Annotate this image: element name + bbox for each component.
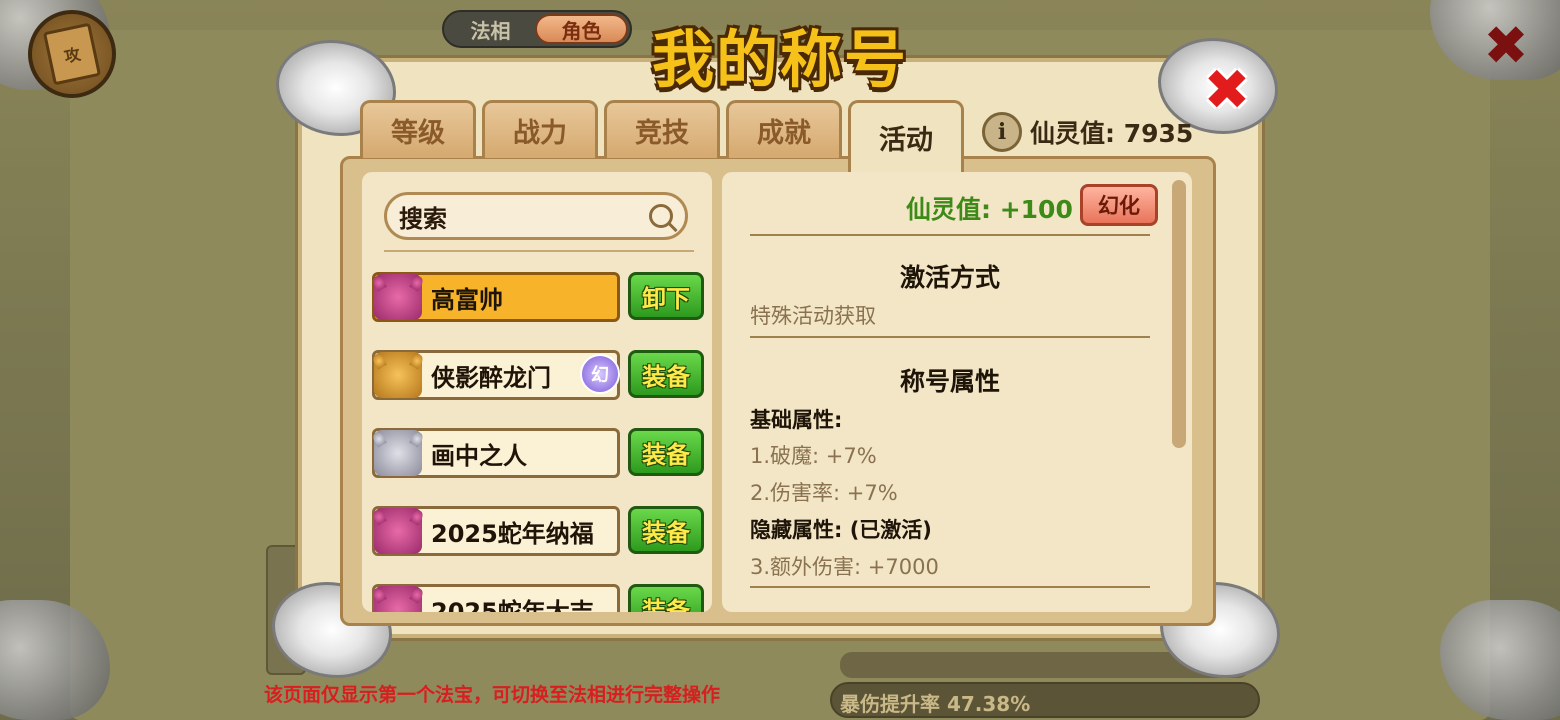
title-item-selected[interactable]: 高富帅 卸下 xyxy=(372,272,710,324)
attribute-line: 2.伤害率: +7% xyxy=(750,481,898,505)
bottom-note: 该页面仅显示第一个法宝，可切换至法相进行完整操作 xyxy=(264,684,721,706)
title-item-partial[interactable]: 2025蛇年大吉 装备 xyxy=(372,584,710,612)
info-icon[interactable]: i xyxy=(982,112,1022,152)
tab-event[interactable]: 活动 xyxy=(848,100,964,172)
attribute-line: 3.额外伤害: +7000 xyxy=(750,555,939,579)
title-avatar-icon xyxy=(374,352,422,398)
search-input[interactable]: 搜索 xyxy=(384,192,688,240)
activation-title: 激活方式 xyxy=(899,263,1000,292)
equip-button[interactable]: 装备 xyxy=(628,506,704,554)
title-item[interactable]: 画中之人 装备 xyxy=(372,428,710,480)
detail-divider xyxy=(750,586,1150,588)
unequip-button[interactable]: 卸下 xyxy=(628,272,704,320)
illusion-button[interactable]: 幻化 xyxy=(1080,184,1158,226)
tab-arena[interactable]: 竞技 xyxy=(604,100,720,158)
close-icon[interactable]: ✖ xyxy=(1200,63,1254,119)
search-icon[interactable] xyxy=(649,204,673,228)
book-icon[interactable]: 攻 xyxy=(28,10,116,98)
spirit-value-label: 仙灵值: 7935 xyxy=(1030,119,1194,148)
equip-button[interactable]: 装备 xyxy=(628,350,704,398)
dialog-title: 我的称号 xyxy=(651,23,908,96)
title-avatar-icon xyxy=(374,430,422,476)
mode-switch[interactable]: 法相 角色 xyxy=(442,10,632,48)
tab-achievement[interactable]: 成就 xyxy=(726,100,842,158)
base-attributes-label: 基础属性: xyxy=(750,408,843,432)
illusion-badge-icon: 幻 xyxy=(580,354,620,394)
title-avatar-icon xyxy=(374,508,422,554)
activation-method: 特殊活动获取 xyxy=(750,304,876,328)
equip-button[interactable]: 装备 xyxy=(628,584,704,612)
detail-divider xyxy=(750,336,1150,338)
hidden-attributes-label: 隐藏属性: (已激活) xyxy=(750,518,932,542)
equip-button[interactable]: 装备 xyxy=(628,428,704,476)
list-divider xyxy=(384,250,694,252)
attribute-line: 1.破魔: +7% xyxy=(750,444,877,468)
title-item[interactable]: 侠影醉龙门 幻 装备 xyxy=(372,350,710,402)
tab-level[interactable]: 等级 xyxy=(360,100,476,158)
search-placeholder: 搜索 xyxy=(399,204,447,233)
title-list-panel: 搜索 高富帅 卸下 侠影醉龙门 幻 装备 画中之人 装备 2025蛇年纳福 装备… xyxy=(362,172,712,612)
spirit-value-display: i 仙灵值: 7935 xyxy=(982,112,1193,152)
spirit-bonus: 仙灵值: +100 xyxy=(906,195,1073,224)
title-avatar-icon xyxy=(374,586,422,612)
detail-divider xyxy=(750,234,1150,236)
tab-power[interactable]: 战力 xyxy=(482,100,598,158)
attributes-title: 称号属性 xyxy=(899,367,1000,396)
background-bar-text: 暴伤提升率 47.38% xyxy=(840,692,1031,716)
title-avatar-icon xyxy=(374,274,422,320)
detail-scrollbar[interactable] xyxy=(1172,180,1186,448)
mode-option-faxiang[interactable]: 法相 xyxy=(446,14,535,44)
book-label: 攻 xyxy=(42,22,102,86)
title-item[interactable]: 2025蛇年纳福 装备 xyxy=(372,506,710,558)
background-close-icon[interactable]: ✖ xyxy=(1480,19,1532,73)
mode-option-role[interactable]: 角色 xyxy=(535,14,628,44)
